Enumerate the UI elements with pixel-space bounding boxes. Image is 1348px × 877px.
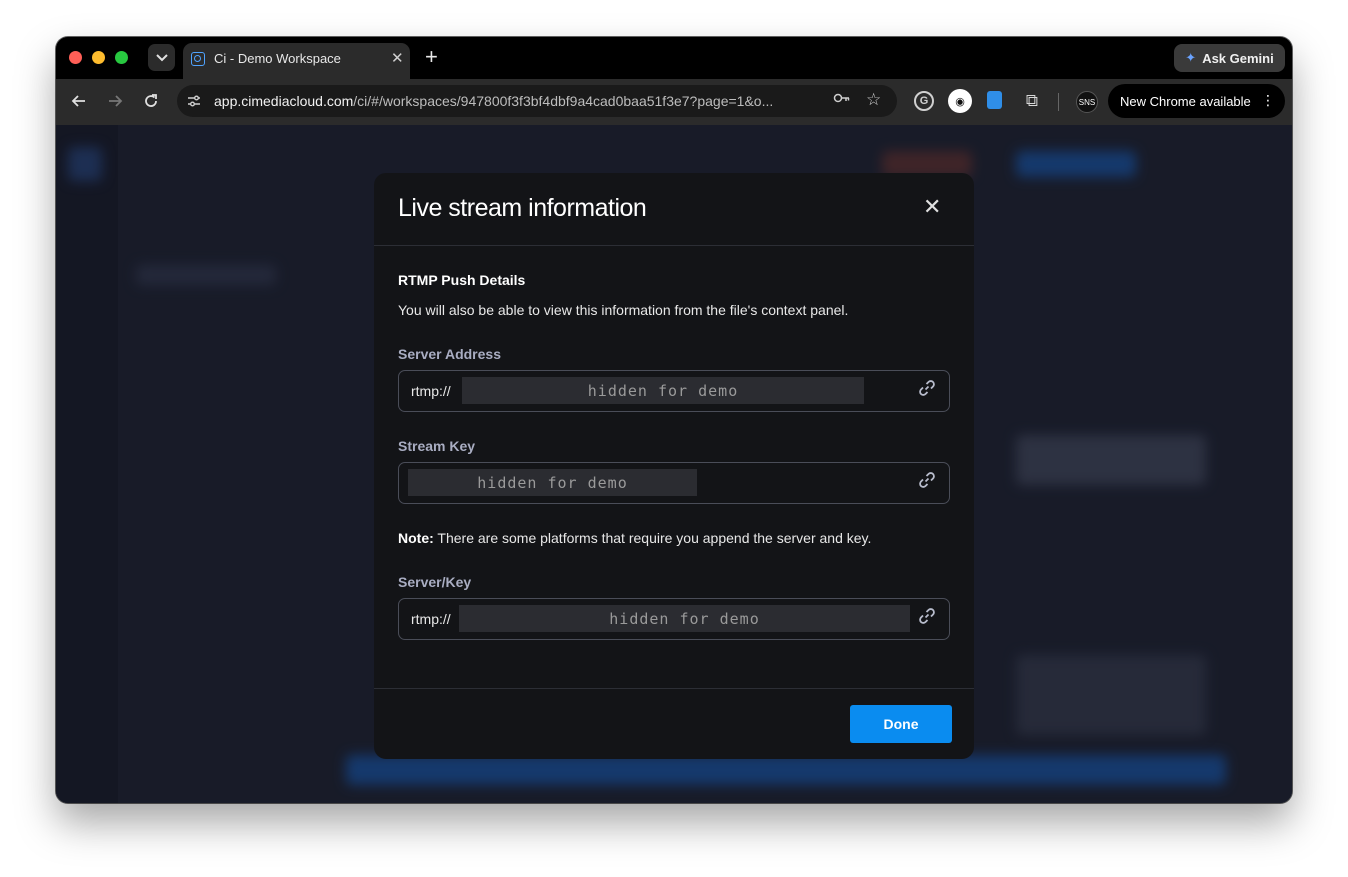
stream-key-field[interactable]: hidden for demo [398,462,950,504]
close-window-button[interactable] [69,51,82,64]
section-description: You will also be able to view this infor… [398,302,849,318]
link-icon[interactable] [917,606,937,626]
modal-header: Live stream information ✕ [374,173,974,246]
section-title: RTMP Push Details [398,272,526,288]
arrow-left-icon [71,95,85,107]
ask-gemini-label: Ask Gemini [1202,50,1274,66]
arrow-right-icon [109,95,123,107]
tab-strip: Ci - Demo Workspace ✕ + ✦ Ask Gemini [56,37,1292,79]
modal-footer: Done [374,688,974,759]
new-chrome-label: New Chrome available [1120,93,1251,109]
back-button[interactable] [67,89,91,113]
new-chrome-available-button[interactable]: New Chrome available ⋮ [1108,84,1285,118]
link-icon[interactable] [917,378,937,398]
server-key-label: Server/Key [398,574,472,590]
profile-badge-icon[interactable]: SNS [1076,91,1098,113]
server-key-prefix: rtmp:// [411,611,451,627]
page-backdrop: Live stream information ✕ RTMP Push Deta… [56,125,1292,803]
gemini-sparkle-icon: ✦ [1185,50,1197,65]
note-text: Note: There are some platforms that requ… [398,530,872,546]
browser-toolbar: app.cimediacloud.com/ci/#/workspaces/947… [56,79,1292,126]
browser-window: Ci - Demo Workspace ✕ + ✦ Ask Gemini app… [56,37,1292,803]
done-button[interactable]: Done [850,705,952,743]
tab-title: Ci - Demo Workspace [214,51,341,66]
stream-key-masked: hidden for demo [408,469,697,496]
modal-title: Live stream information [398,194,647,222]
extensions-puzzle-icon[interactable]: ⧉ [1022,91,1042,111]
chevron-down-icon [155,53,168,61]
live-stream-info-modal: Live stream information ✕ RTMP Push Deta… [374,173,974,759]
url-text: app.cimediacloud.com/ci/#/workspaces/947… [214,93,774,109]
ci-favicon-icon [191,52,205,66]
reload-icon [145,94,157,107]
close-icon[interactable]: ✕ [923,194,941,220]
maximize-window-button[interactable] [115,51,128,64]
bookmark-extension-icon[interactable] [987,91,1002,109]
minimize-window-button[interactable] [92,51,105,64]
server-address-label: Server Address [398,346,501,362]
server-key-masked: hidden for demo [459,605,910,632]
tab-close-icon[interactable]: ✕ [391,49,404,67]
site-settings-icon[interactable] [186,93,202,109]
link-icon[interactable] [917,470,937,490]
toolbar-divider [1058,93,1059,111]
reload-button[interactable] [139,89,163,113]
stream-key-label: Stream Key [398,438,476,454]
profile-avatar-icon[interactable]: ◉ [948,89,972,113]
more-menu-icon[interactable]: ⋮ [1261,92,1275,109]
key-icon[interactable] [833,91,851,108]
grammarly-extension-icon[interactable]: G [914,91,934,111]
browser-tab[interactable]: Ci - Demo Workspace ✕ [183,43,410,79]
ask-gemini-button[interactable]: ✦ Ask Gemini [1174,44,1285,72]
server-key-field[interactable]: rtmp:// hidden for demo [398,598,950,640]
tab-search-button[interactable] [148,44,175,71]
forward-button[interactable] [103,89,127,113]
server-address-field[interactable]: rtmp:// hidden for demo [398,370,950,412]
star-icon[interactable]: ☆ [866,90,881,110]
new-tab-button[interactable]: + [425,44,438,70]
server-address-prefix: rtmp:// [411,383,451,399]
address-bar[interactable]: app.cimediacloud.com/ci/#/workspaces/947… [177,85,897,117]
server-address-masked: hidden for demo [462,377,864,404]
